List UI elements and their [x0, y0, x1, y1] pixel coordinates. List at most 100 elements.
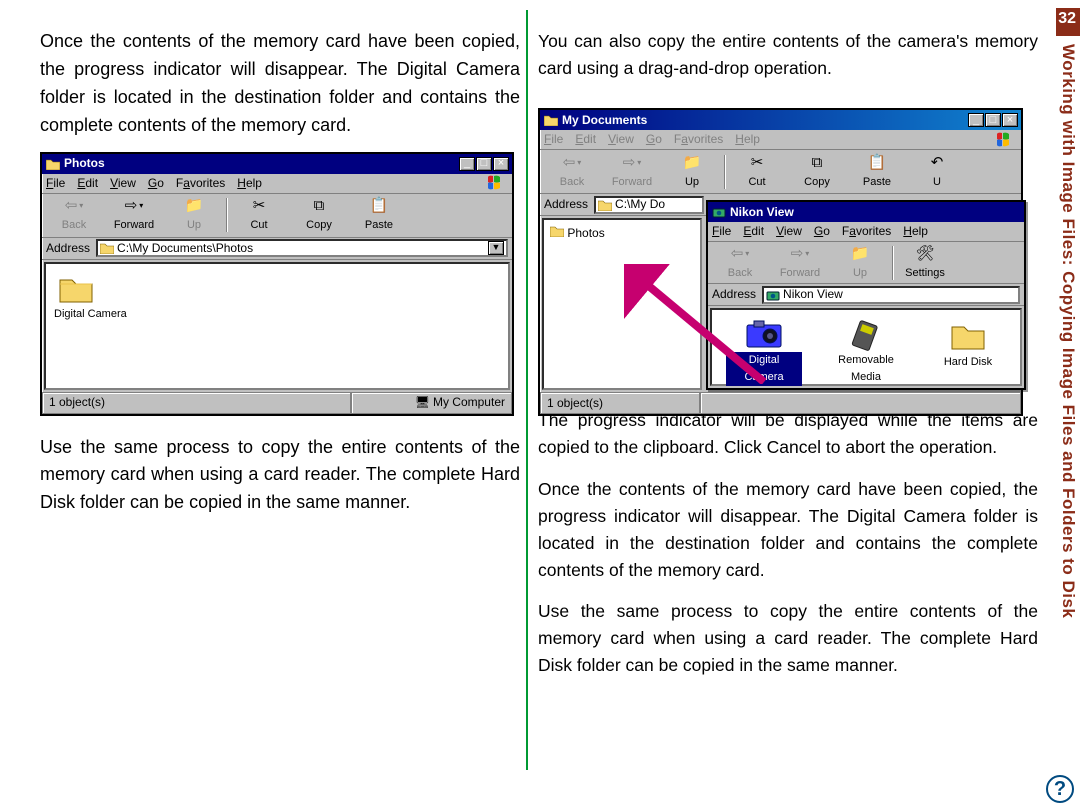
menubar: File Edit View Go Favorites Help: [540, 130, 1021, 150]
forward-button[interactable]: ⇨▾Forward: [770, 244, 830, 282]
photos-window: Photos _ □ × File Edit View Go Favorites…: [40, 152, 514, 416]
nikonview-window: Nikon View File Edit View Go Favorites H…: [706, 200, 1026, 390]
body-text: Once the contents of the memory card hav…: [40, 28, 520, 140]
left-column: Once the contents of the memory card hav…: [40, 28, 520, 529]
menu-edit[interactable]: Edit: [77, 174, 98, 193]
menu-help[interactable]: Help: [237, 174, 262, 193]
status-left: 1 object(s): [42, 392, 351, 414]
address-value: Nikon View: [783, 285, 843, 304]
menu-go[interactable]: Go: [814, 222, 830, 241]
address-field[interactable]: C:\My Documents\Photos ▼: [96, 239, 508, 257]
menu-help[interactable]: Help: [735, 130, 760, 149]
back-button[interactable]: ⇦▾Back: [542, 153, 602, 191]
menu-file[interactable]: File: [712, 222, 731, 241]
forward-button[interactable]: ⇨▾Forward: [602, 153, 662, 191]
menu-help[interactable]: Help: [903, 222, 928, 241]
address-bar: Address Nikon View: [708, 284, 1024, 306]
cut-button[interactable]: ✂Cut: [727, 153, 787, 191]
forward-button[interactable]: ⇨▾Forward: [104, 196, 164, 234]
undo-button[interactable]: ↶U: [907, 153, 967, 191]
page-number: 32: [1058, 10, 1076, 28]
up-button[interactable]: 📁Up: [830, 244, 890, 282]
body-text: Use the same process to copy the entire …: [40, 434, 520, 518]
address-field[interactable]: Nikon View: [762, 286, 1020, 304]
copy-button[interactable]: ⧉Copy: [289, 196, 349, 234]
screenshot-composite: My Documents _ □ × File Edit View Go Fav…: [538, 96, 1023, 391]
toolbar: ⇦▾Back ⇨▾Forward 📁Up ✂Cut ⧉Copy 📋Paste: [42, 194, 512, 238]
item-label: Removable Media: [838, 352, 894, 386]
status-left: 1 object(s): [540, 392, 700, 414]
maximize-button[interactable]: □: [476, 157, 492, 171]
menu-edit[interactable]: Edit: [743, 222, 764, 241]
menu-favorites[interactable]: Favorites: [842, 222, 891, 241]
folder-icon: [550, 225, 564, 237]
paste-button[interactable]: 📋Paste: [349, 196, 409, 234]
separator: [226, 198, 227, 232]
status-bar: 1 object(s) 🖥 My Computer: [42, 392, 512, 414]
paste-button[interactable]: 📋Paste: [847, 153, 907, 191]
up-button[interactable]: 📁Up: [662, 153, 722, 191]
menubar: File Edit View Go Favorites Help: [42, 174, 512, 194]
dropdown-button[interactable]: ▼: [488, 241, 504, 255]
windows-logo-icon: [995, 132, 1017, 148]
folder-icon: [58, 274, 94, 304]
item-label: Hard Disk: [944, 354, 992, 371]
folder-icon: [544, 113, 558, 127]
address-label: Address: [46, 239, 90, 258]
content-area[interactable]: Digital Camera Removable Media Hard Disk: [710, 308, 1022, 386]
item-label: Digital Camera: [726, 352, 802, 386]
menu-go[interactable]: Go: [148, 174, 164, 193]
close-button[interactable]: ×: [1002, 113, 1018, 127]
up-button[interactable]: 📁Up: [164, 196, 224, 234]
back-button[interactable]: ⇦▾Back: [710, 244, 770, 282]
folder-icon: [100, 242, 114, 254]
folder-icon: [46, 157, 60, 171]
folder-icon: [948, 318, 988, 354]
titlebar[interactable]: My Documents _ □ ×: [540, 110, 1021, 130]
back-button[interactable]: ⇦▾Back: [44, 196, 104, 234]
menubar: File Edit View Go Favorites Help: [708, 222, 1024, 242]
menu-view[interactable]: View: [110, 174, 136, 193]
cut-button[interactable]: ✂Cut: [229, 196, 289, 234]
address-label: Address: [544, 195, 588, 214]
settings-button[interactable]: 🛠Settings: [895, 244, 955, 282]
menu-view[interactable]: View: [608, 130, 634, 149]
window-title: Photos: [64, 154, 459, 173]
menu-view[interactable]: View: [776, 222, 802, 241]
folder-icon: [598, 199, 612, 211]
folder-item[interactable]: Digital Camera: [46, 274, 508, 323]
address-value: C:\My Documents\Photos: [117, 239, 253, 258]
maximize-button[interactable]: □: [985, 113, 1001, 127]
content-area[interactable]: Digital Camera: [44, 262, 510, 390]
folder-label: Digital Camera: [54, 306, 508, 323]
toolbar: ⇦▾Back ⇨▾Forward 📁Up 🛠Settings: [708, 242, 1024, 284]
folder-tree[interactable]: Photos: [542, 218, 702, 390]
titlebar[interactable]: Nikon View: [708, 202, 1024, 222]
status-blank: [700, 392, 1021, 414]
body-text: Use the same process to copy the entire …: [538, 598, 1038, 679]
help-icon[interactable]: ?: [1046, 775, 1074, 803]
menu-favorites[interactable]: Favorites: [674, 130, 723, 149]
address-label: Address: [712, 285, 756, 304]
copy-button[interactable]: ⧉Copy: [787, 153, 847, 191]
tree-item-photos[interactable]: Photos: [567, 226, 604, 240]
close-button[interactable]: ×: [493, 157, 509, 171]
minimize-button[interactable]: _: [459, 157, 475, 171]
status-right: 🖥 My Computer: [351, 392, 512, 414]
toolbar: ⇦▾Back ⇨▾Forward 📁Up ✂Cut ⧉Copy 📋Paste ↶…: [540, 150, 1021, 194]
titlebar[interactable]: Photos _ □ ×: [42, 154, 512, 174]
nikon-icon: [712, 205, 726, 219]
minimize-button[interactable]: _: [968, 113, 984, 127]
body-text: Once the contents of the memory card hav…: [538, 476, 1038, 585]
menu-file[interactable]: File: [544, 130, 563, 149]
digital-camera-item[interactable]: Digital Camera: [726, 318, 802, 376]
card-icon: [846, 318, 886, 352]
window-title: My Documents: [562, 111, 968, 130]
menu-file[interactable]: File: [46, 174, 65, 193]
menu-go[interactable]: Go: [646, 130, 662, 149]
address-field[interactable]: C:\My Do: [594, 196, 704, 214]
removable-media-item[interactable]: Removable Media: [828, 318, 904, 376]
hard-disk-item[interactable]: Hard Disk: [930, 318, 1006, 376]
menu-edit[interactable]: Edit: [575, 130, 596, 149]
menu-favorites[interactable]: Favorites: [176, 174, 225, 193]
